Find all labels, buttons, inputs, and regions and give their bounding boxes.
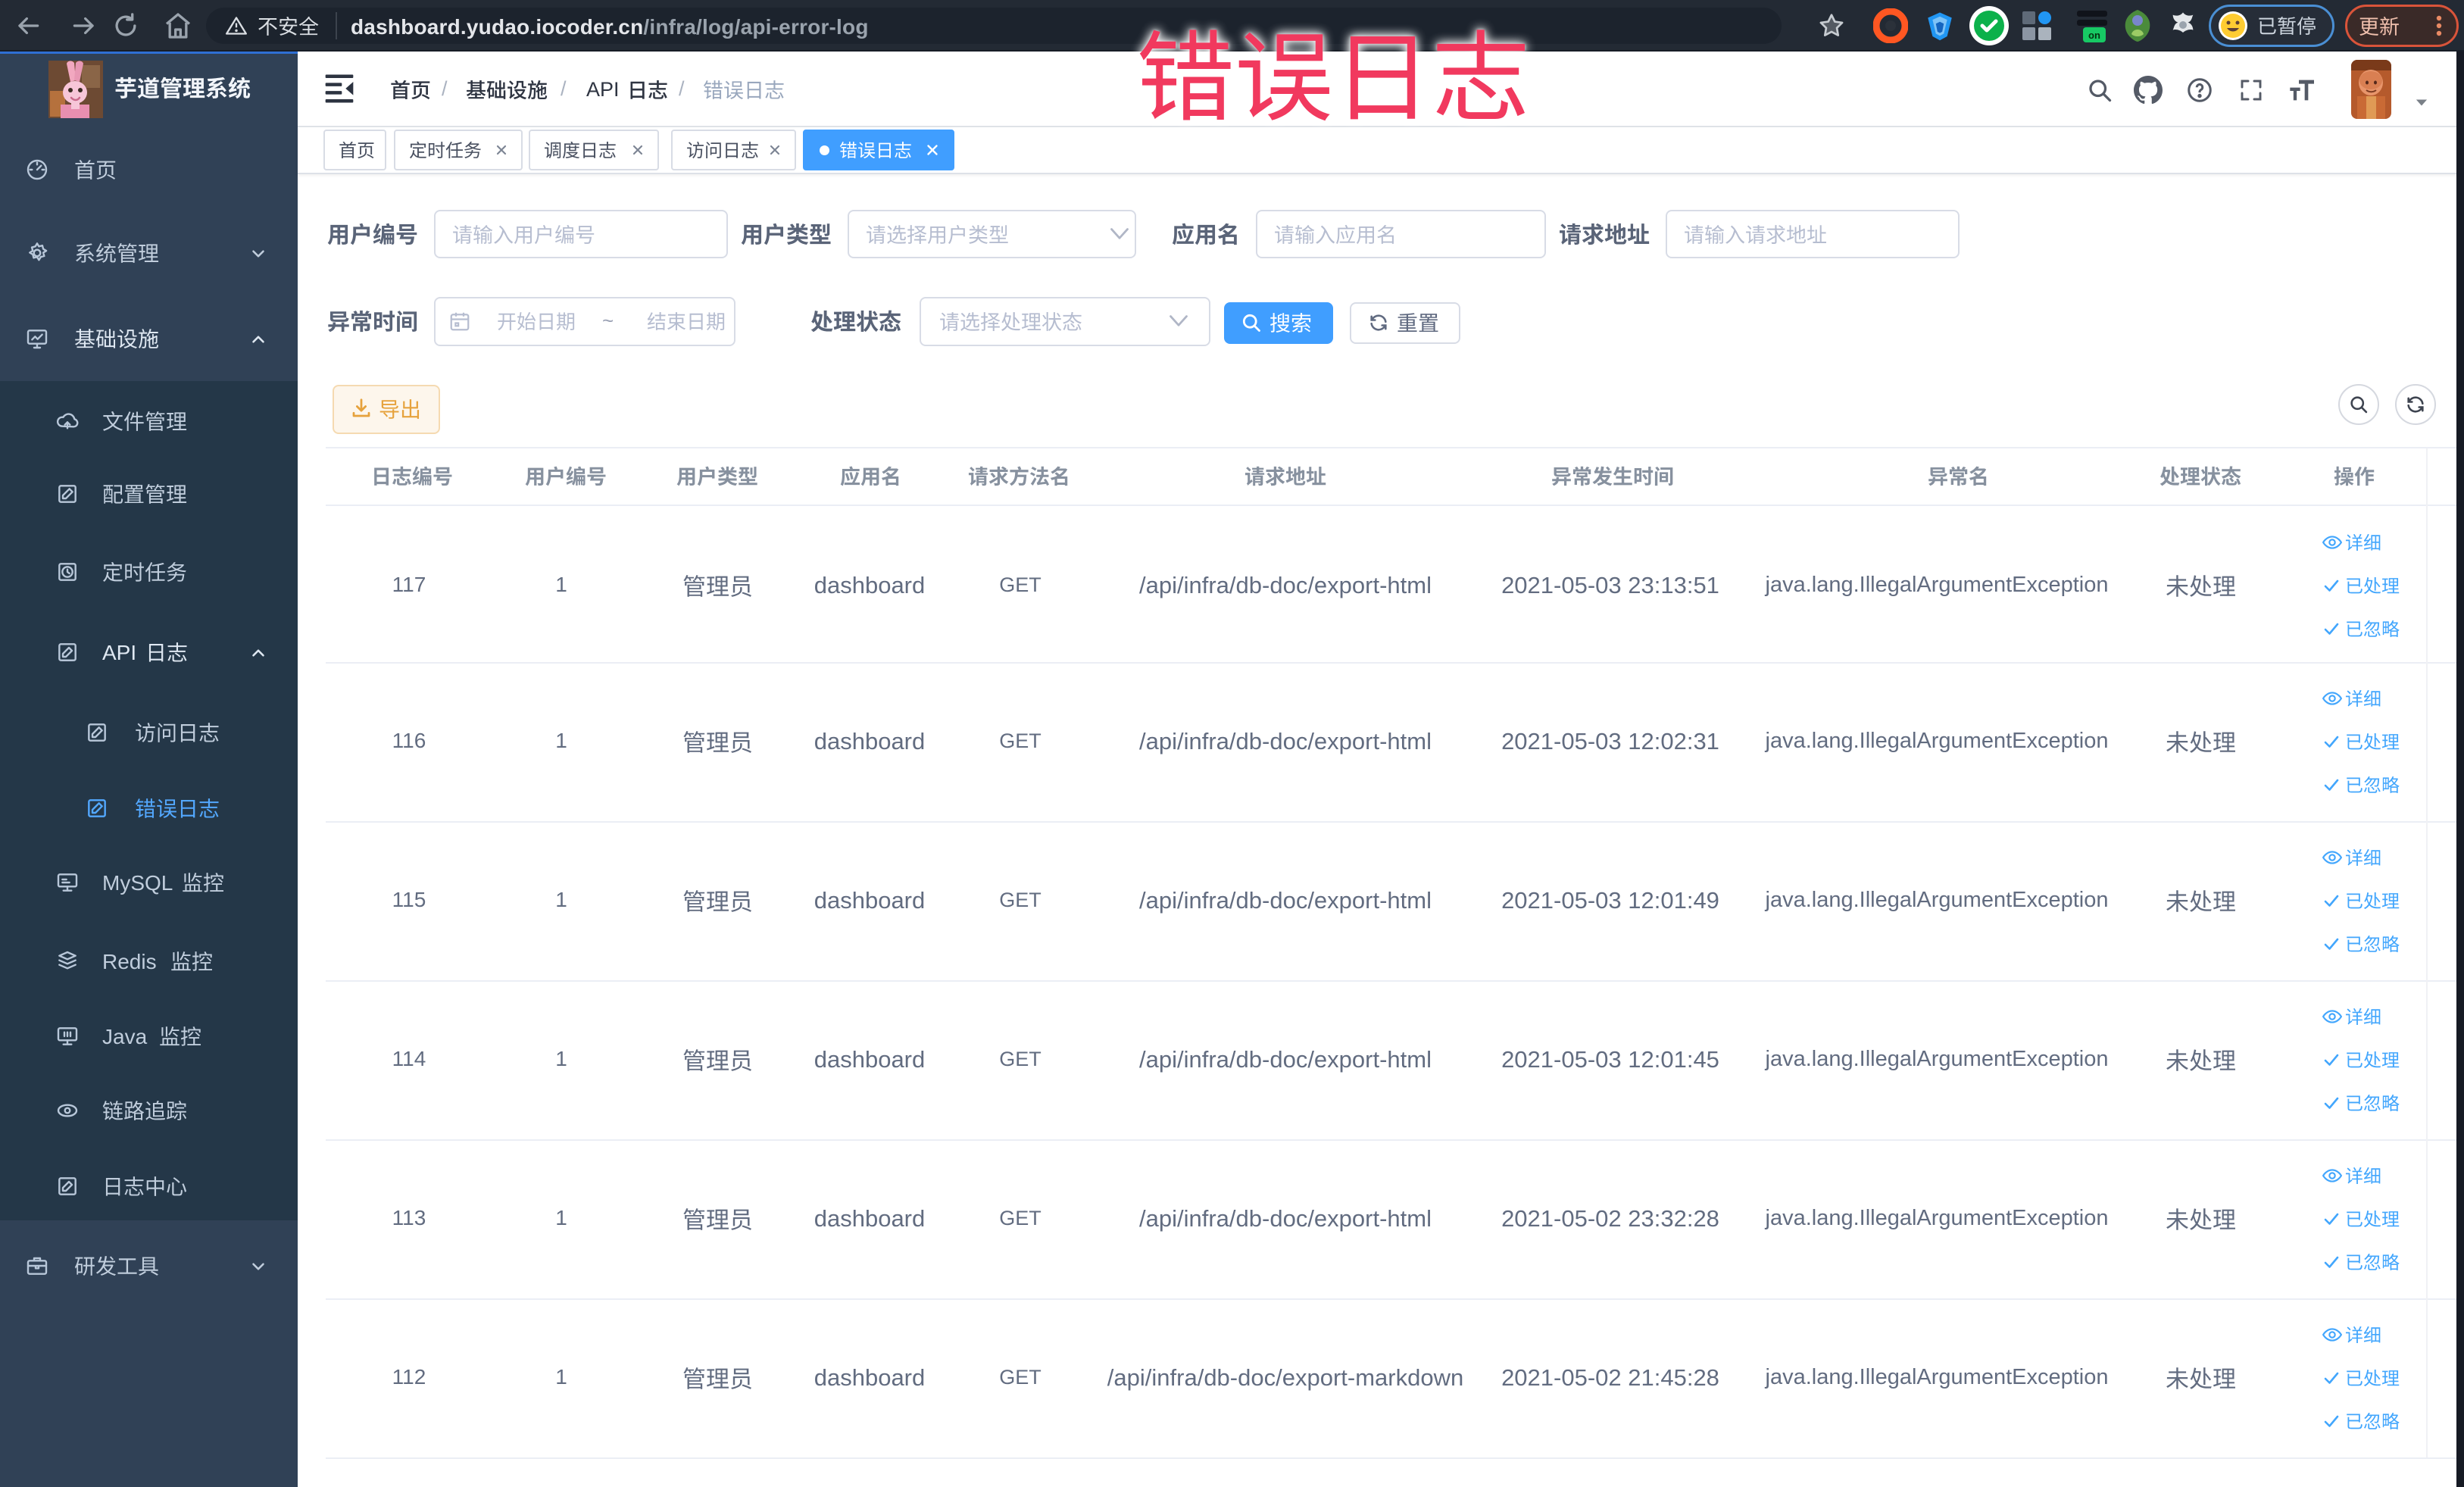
svg-text:on: on bbox=[2088, 30, 2100, 41]
